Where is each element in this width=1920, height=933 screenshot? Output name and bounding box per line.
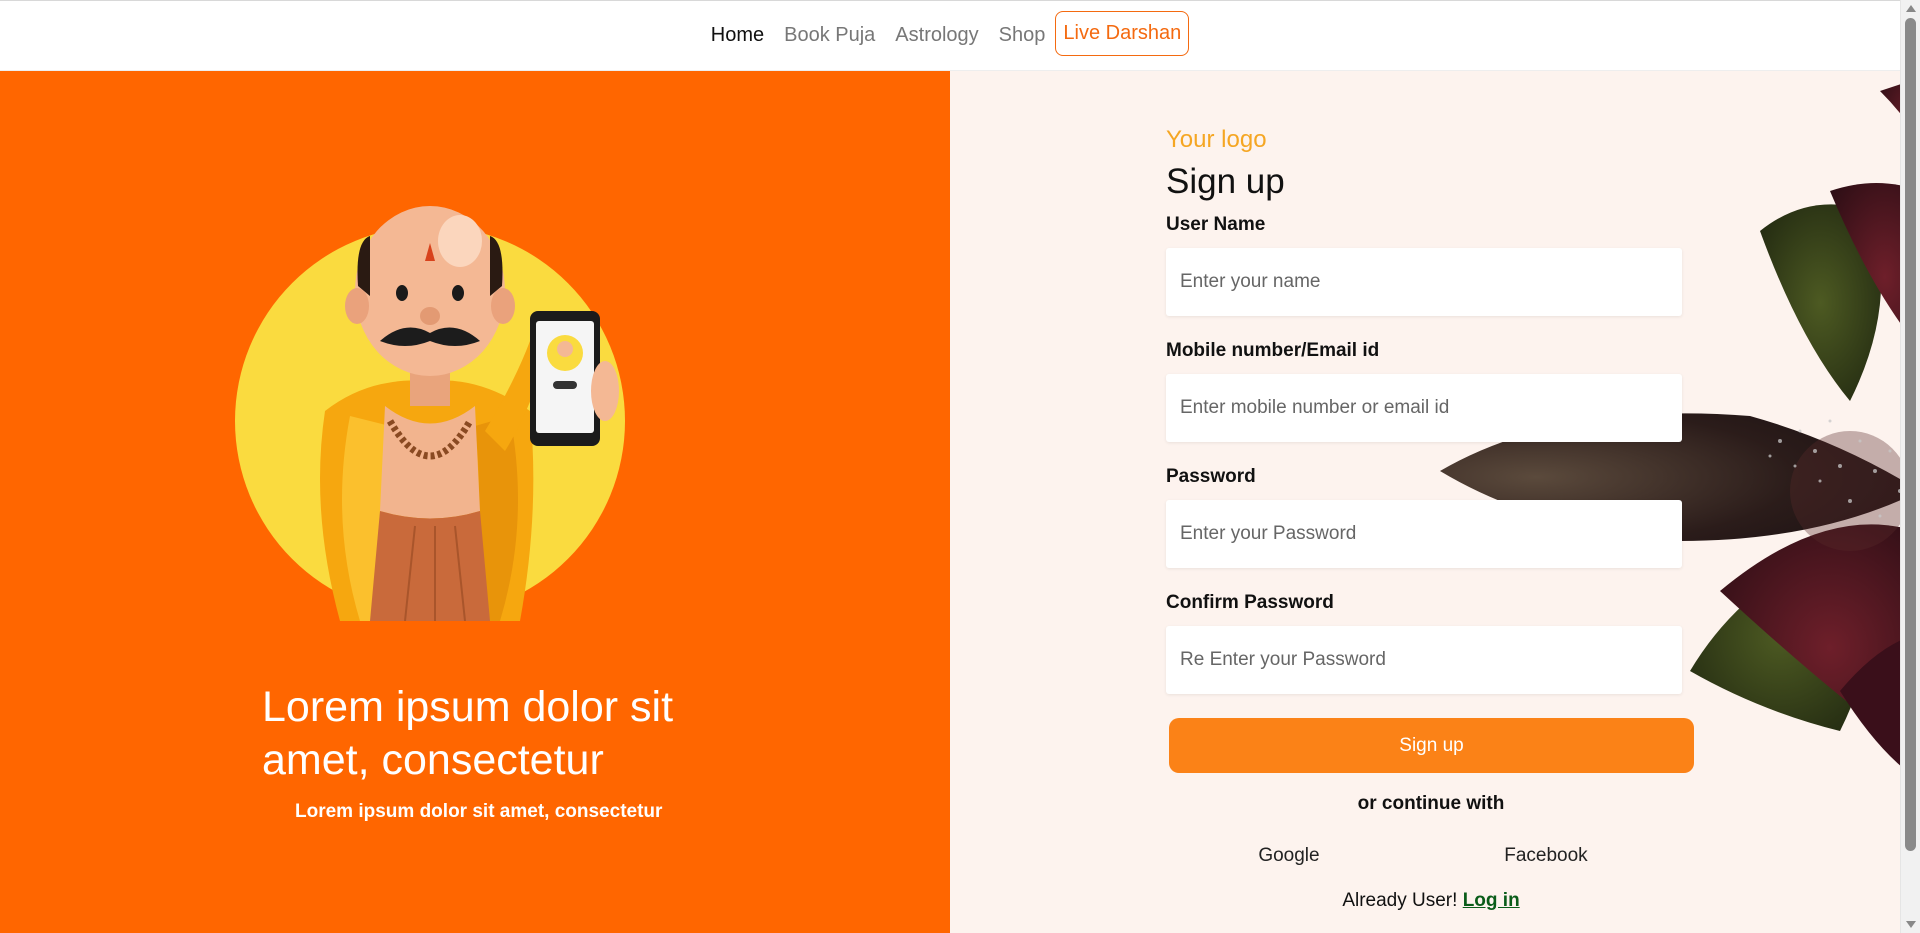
facebook-login-button[interactable]: Facebook <box>1498 844 1593 868</box>
signup-form: Your logo Sign up User Name Mobile numbe… <box>1166 126 1696 912</box>
or-continue-text: or continue with <box>1357 793 1505 814</box>
priest-with-phone-illustration <box>235 206 625 621</box>
social-login-row: Google Facebook <box>1166 844 1696 868</box>
confirm-password-input[interactable] <box>1166 626 1682 694</box>
nav-home-link[interactable]: Home <box>711 24 764 47</box>
password-input[interactable] <box>1166 500 1682 568</box>
logo-text: Your logo <box>1166 126 1267 153</box>
page: Home Book Puja Astrology Shop Live Darsh… <box>0 0 1920 933</box>
hero-subtitle: Lorem ipsum dolor sit amet, consectetur <box>295 801 663 822</box>
google-login-button[interactable]: Google <box>1252 844 1325 868</box>
hero-title: Lorem ipsum dolor sit amet, consectetur <box>262 683 674 784</box>
mobile-email-input[interactable] <box>1166 374 1682 442</box>
confirm-password-label: Confirm Password <box>1166 592 1334 613</box>
password-label: Password <box>1166 466 1256 487</box>
scrollbar-thumb[interactable] <box>1905 18 1916 851</box>
already-user-row: Already User! Log in <box>1166 890 1696 912</box>
scroll-down-arrow-icon[interactable] <box>1906 921 1916 928</box>
login-link[interactable]: Log in <box>1463 890 1520 911</box>
hero-panel: Lorem ipsum dolor sit amet, consectetur … <box>0 71 950 933</box>
username-input[interactable] <box>1166 248 1682 316</box>
nav-shop-link[interactable]: Shop <box>999 24 1046 47</box>
form-title: Sign up <box>1166 162 1285 201</box>
signup-button[interactable]: Sign up <box>1169 718 1694 773</box>
mobile-email-label: Mobile number/Email id <box>1166 340 1380 361</box>
top-navbar: Home Book Puja Astrology Shop Live Darsh… <box>0 0 1900 71</box>
page-scrollbar[interactable] <box>1900 0 1920 933</box>
nav-book-puja-link[interactable]: Book Puja <box>784 24 875 47</box>
nav-live-darshan-button[interactable]: Live Darshan <box>1055 11 1190 56</box>
signup-panel: Your logo Sign up User Name Mobile numbe… <box>950 71 1900 933</box>
username-label: User Name <box>1166 214 1266 235</box>
nav-astrology-link[interactable]: Astrology <box>895 24 978 47</box>
already-user-text: Already User! <box>1342 890 1458 911</box>
scroll-up-arrow-icon[interactable] <box>1906 5 1916 12</box>
